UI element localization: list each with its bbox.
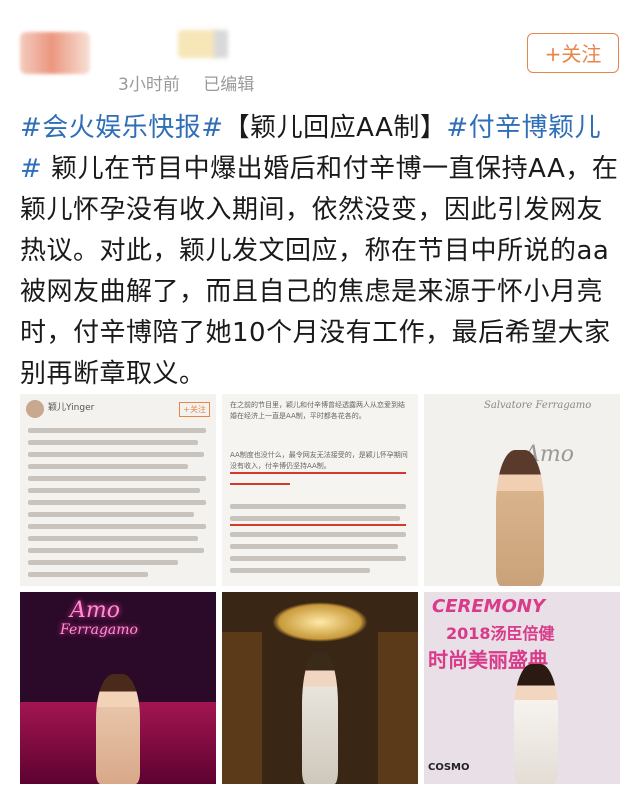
screenshot-text: AA制度也没什么，最令网友无法接受的，是颖儿怀孕期间没有收入，付辛博仍坚持AA制… [230, 451, 408, 470]
event-year: 2018汤臣倍健 [446, 624, 555, 643]
image-grid: 颖儿Yinger +关注 在之前的节目里，颖儿和付辛博曾经透露两人从恋爱到结婚在… [20, 394, 620, 786]
username-blurred[interactable] [178, 30, 218, 58]
screenshot-follow: +关注 [179, 402, 210, 417]
username-blurred-tail [214, 30, 228, 58]
image-thumbnail[interactable]: Amo Ferragamo [20, 592, 216, 784]
post-header: 3小时前 已编辑 +关注 [0, 0, 640, 108]
brand-text: Salvatore Ferragamo [484, 400, 592, 411]
follow-button[interactable]: +关注 [527, 33, 619, 73]
image-thumbnail[interactable]: 在之前的节目里，颖儿和付辛博曾经透露两人从恋爱到结婚在经济上一直是AA制，平时都… [222, 394, 418, 586]
hashtag-link[interactable]: #会火娱乐快报# [20, 113, 224, 143]
post-content: 颖儿在节目中爆出婚后和付辛博一直保持AA，在颖儿怀孕没有收入期间，依然没变，因此… [20, 154, 619, 389]
edited-label: 已编辑 [203, 75, 255, 95]
screenshot-text: 在之前的节目里，颖儿和付辛博曾经透露两人从恋爱到结婚在经济上一直是AA制，平时都… [230, 401, 405, 420]
post-meta: 3小时前 已编辑 [118, 70, 254, 95]
post-bracket-title: 【颖儿回应AA制】 [223, 113, 447, 143]
ceremony-text: CEREMONY [432, 596, 545, 617]
image-thumbnail[interactable]: Salvatore Ferragamo Amo [424, 394, 620, 586]
image-thumbnail[interactable]: CEREMONY 2018汤臣倍健 时尚美丽盛典 COSMO [424, 592, 620, 784]
screenshot-username: 颖儿Yinger [48, 403, 95, 413]
neon-amo: Amo [70, 598, 120, 623]
image-thumbnail[interactable]: 颖儿Yinger +关注 [20, 394, 216, 586]
neon-ferragamo: Ferragamo [60, 622, 138, 638]
cosmo-logo: COSMO [428, 762, 470, 773]
post-time: 3小时前 [118, 75, 180, 95]
image-thumbnail[interactable] [222, 592, 418, 784]
avatar[interactable] [20, 32, 90, 74]
post-body: #会火娱乐快报#【颖儿回应AA制】#付辛博颖儿# 颖儿在节目中爆出婚后和付辛博一… [20, 108, 620, 395]
screenshot-avatar [26, 400, 44, 418]
